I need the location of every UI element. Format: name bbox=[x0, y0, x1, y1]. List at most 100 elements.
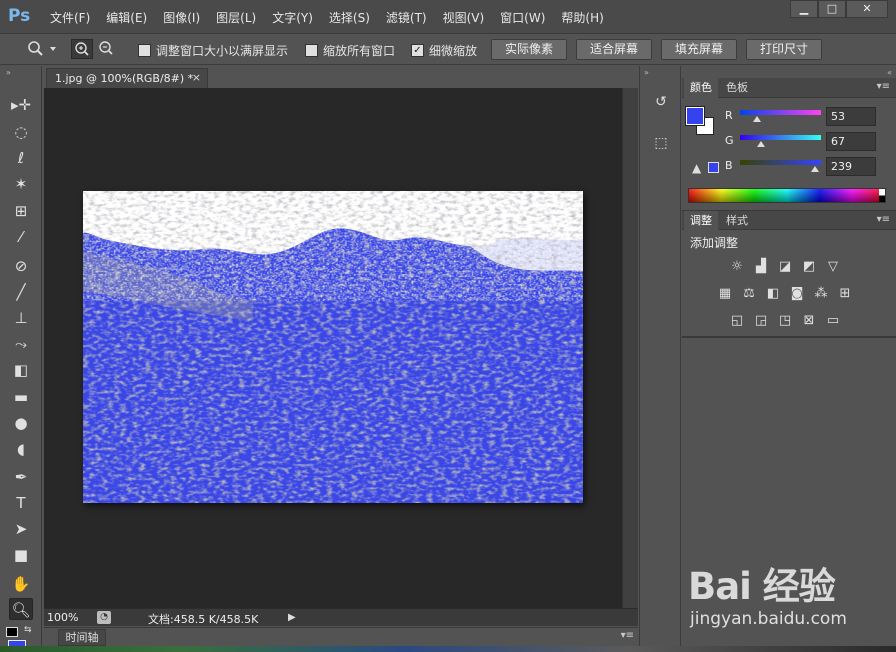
green-slider[interactable] bbox=[740, 135, 821, 140]
canvas-area[interactable] bbox=[44, 88, 638, 608]
scrubby-zoom-checkbox[interactable]: ✓ bbox=[411, 44, 424, 57]
eyedropper-tool-icon[interactable]: ⁄ bbox=[9, 226, 33, 248]
history-panel-icon[interactable]: ↺ bbox=[650, 91, 672, 113]
color-lookup-icon[interactable]: ⊞ bbox=[836, 286, 854, 302]
print-size-button[interactable]: 打印尺寸 bbox=[746, 39, 822, 60]
blur-tool-icon[interactable]: ● bbox=[9, 412, 33, 434]
menu-edit[interactable]: 编辑(E) bbox=[106, 9, 147, 26]
eraser-tool-icon[interactable]: ◧ bbox=[9, 359, 33, 381]
scrubby-zoom-option[interactable]: ✓ 细微缩放 bbox=[411, 42, 477, 59]
pen-tool-icon[interactable]: ✒ bbox=[9, 466, 33, 488]
proof-status-icon[interactable]: ◔ bbox=[97, 611, 111, 624]
zoom-tool-icon[interactable]: 🔍︎ bbox=[9, 598, 33, 620]
menu-view[interactable]: 视图(V) bbox=[443, 9, 485, 26]
collapse-toolbar-icon[interactable]: » bbox=[6, 68, 11, 77]
history-brush-tool-icon[interactable]: ⤳ bbox=[9, 333, 33, 355]
blue-value-input[interactable]: 239 bbox=[826, 157, 876, 176]
menu-file[interactable]: 文件(F) bbox=[50, 9, 90, 26]
black-white-icon[interactable]: ◧ bbox=[764, 286, 782, 302]
menu-window[interactable]: 窗口(W) bbox=[500, 9, 545, 26]
green-slider-thumb[interactable] bbox=[757, 141, 765, 147]
color-panel-menu-icon[interactable]: ▾≡ bbox=[877, 81, 890, 92]
actual-pixels-button[interactable]: 实际像素 bbox=[491, 39, 567, 60]
lasso-tool-icon[interactable]: ℓ bbox=[9, 147, 33, 169]
tab-adjustments[interactable]: 调整 bbox=[684, 211, 718, 231]
vibrance-icon[interactable]: ▽ bbox=[824, 259, 842, 275]
fit-screen-button[interactable]: 适合屏幕 bbox=[576, 39, 652, 60]
posterize-icon[interactable]: ◲ bbox=[752, 313, 770, 329]
zoom-out-mode-button[interactable] bbox=[96, 39, 118, 59]
tab-timeline[interactable]: 时间轴 bbox=[58, 629, 106, 646]
tab-styles[interactable]: 样式 bbox=[720, 211, 754, 231]
hue-saturation-icon[interactable]: ▦ bbox=[716, 286, 734, 302]
marquee-tool-icon[interactable]: ◌ bbox=[9, 121, 33, 143]
status-menu-arrow-icon[interactable]: ▶ bbox=[288, 610, 300, 625]
document-size-info: 文档:458.5 K/458.5K bbox=[148, 613, 259, 626]
menu-filter[interactable]: 滤镜(T) bbox=[386, 9, 427, 26]
menu-layer[interactable]: 图层(L) bbox=[216, 9, 256, 26]
photo-filter-icon[interactable]: ◙ bbox=[788, 286, 806, 302]
curves-icon[interactable]: ◪ bbox=[776, 259, 794, 275]
brush-tool-icon[interactable]: ╱ bbox=[9, 281, 33, 303]
healing-brush-tool-icon[interactable]: ⊘ bbox=[9, 255, 33, 277]
selective-color-icon[interactable]: ⊠ bbox=[800, 313, 818, 329]
path-selection-tool-icon[interactable]: ➤ bbox=[9, 518, 33, 540]
color-spectrum-bar[interactable] bbox=[688, 188, 886, 203]
hand-tool-icon[interactable]: ✋ bbox=[9, 573, 33, 595]
default-colors-icon[interactable] bbox=[6, 627, 18, 637]
red-channel-label: R bbox=[725, 109, 733, 122]
close-window-button[interactable]: ✕ bbox=[846, 0, 888, 18]
collapse-dock-icon[interactable]: » bbox=[644, 68, 649, 77]
collapse-panels-icon[interactable]: « bbox=[887, 68, 892, 77]
dodge-tool-icon[interactable]: ◖ bbox=[9, 438, 33, 460]
document-tab[interactable]: 1.jpg @ 100%(RGB/8#) * × bbox=[46, 68, 208, 88]
vertical-scrollbar[interactable] bbox=[622, 88, 638, 608]
green-value-input[interactable]: 67 bbox=[826, 132, 876, 151]
type-tool-icon[interactable]: T bbox=[9, 492, 33, 514]
channel-mixer-icon[interactable]: ⁂ bbox=[812, 286, 830, 302]
minimize-button[interactable]: ▁ bbox=[790, 0, 818, 18]
3d-panel-icon[interactable]: ⬚ bbox=[650, 132, 672, 154]
levels-icon[interactable]: ▟ bbox=[752, 259, 770, 275]
menu-select[interactable]: 选择(S) bbox=[329, 9, 370, 26]
invert-icon[interactable]: ◱ bbox=[728, 313, 746, 329]
swap-colors-icon[interactable]: ⇆ bbox=[24, 625, 32, 635]
blue-slider[interactable] bbox=[740, 160, 821, 165]
threshold-icon[interactable]: ◳ bbox=[776, 313, 794, 329]
maximize-button[interactable]: □ bbox=[818, 0, 846, 18]
timeline-panel-menu-icon[interactable]: ▾≡ bbox=[621, 630, 634, 641]
move-tool-icon[interactable]: ▸✛ bbox=[9, 94, 33, 116]
exposure-icon[interactable]: ◩ bbox=[800, 259, 818, 275]
magic-wand-tool-icon[interactable]: ✶ bbox=[9, 173, 33, 195]
close-document-icon[interactable]: × bbox=[192, 71, 201, 84]
red-slider-thumb[interactable] bbox=[753, 116, 761, 122]
brightness-contrast-icon[interactable]: ☼ bbox=[728, 259, 746, 275]
zoom-all-option[interactable]: 缩放所有窗口 bbox=[305, 42, 395, 59]
color-balance-icon[interactable]: ⚖ bbox=[740, 286, 758, 302]
tab-swatches[interactable]: 色板 bbox=[720, 78, 754, 98]
gamut-color-swatch[interactable] bbox=[708, 162, 719, 173]
fill-screen-button[interactable]: 填充屏幕 bbox=[661, 39, 737, 60]
resize-windows-checkbox[interactable] bbox=[138, 44, 151, 57]
zoom-all-checkbox[interactable] bbox=[305, 44, 318, 57]
red-slider[interactable] bbox=[740, 110, 821, 115]
blue-slider-thumb[interactable] bbox=[811, 166, 819, 172]
foreground-color[interactable] bbox=[686, 107, 704, 125]
menu-type[interactable]: 文字(Y) bbox=[272, 9, 313, 26]
black-white-ramp[interactable] bbox=[879, 189, 885, 202]
adjust-panel-menu-icon[interactable]: ▾≡ bbox=[877, 214, 890, 225]
clone-stamp-tool-icon[interactable]: ⊥ bbox=[9, 307, 33, 329]
resize-windows-option[interactable]: 调整窗口大小以满屏显示 bbox=[138, 42, 288, 59]
zoom-level-field[interactable]: 100% bbox=[47, 611, 78, 624]
tab-color[interactable]: 颜色 bbox=[684, 78, 718, 98]
menu-image[interactable]: 图像(I) bbox=[163, 9, 200, 26]
menu-help[interactable]: 帮助(H) bbox=[561, 9, 603, 26]
gradient-tool-icon[interactable]: ▬ bbox=[9, 386, 33, 408]
red-value-input[interactable]: 53 bbox=[826, 107, 876, 126]
crop-tool-icon[interactable]: ⊞ bbox=[9, 200, 33, 222]
rectangle-tool-icon[interactable]: ■ bbox=[9, 544, 33, 566]
out-of-gamut-warning-icon[interactable]: ▲ bbox=[692, 161, 701, 175]
tool-preset-picker[interactable] bbox=[26, 39, 60, 59]
zoom-in-mode-button[interactable] bbox=[71, 39, 93, 59]
gradient-map-icon[interactable]: ▭ bbox=[824, 313, 842, 329]
